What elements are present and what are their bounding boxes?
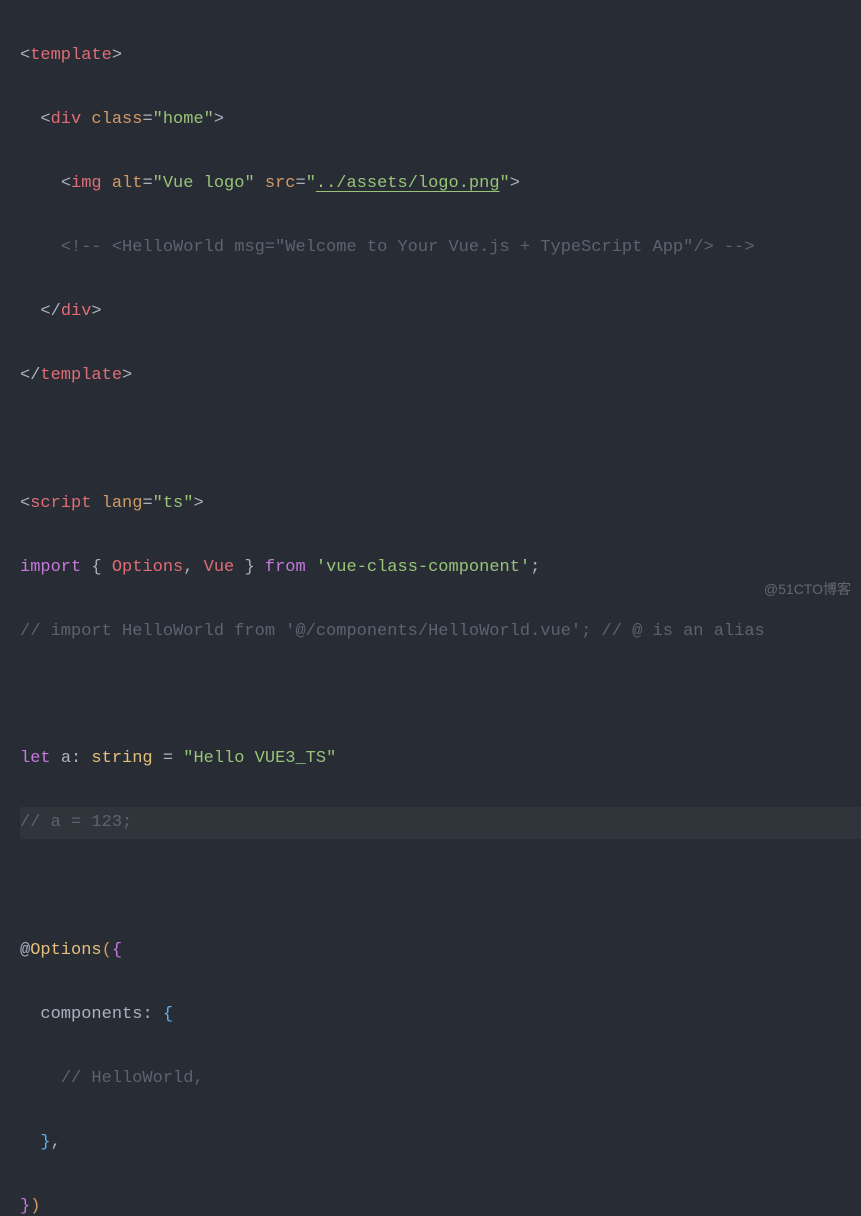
- code-line: [20, 424, 861, 456]
- code-line: <script lang="ts">: [20, 488, 861, 520]
- code-line: <template>: [20, 40, 861, 72]
- code-line: },: [20, 1127, 861, 1159]
- code-line: <!-- <HelloWorld msg="Welcome to Your Vu…: [20, 232, 861, 264]
- code-line: @Options({: [20, 935, 861, 967]
- code-line: </div>: [20, 296, 861, 328]
- code-line: // HelloWorld,: [20, 1063, 861, 1095]
- code-line: [20, 871, 861, 903]
- code-line: <div class="home">: [20, 104, 861, 136]
- code-line: components: {: [20, 999, 861, 1031]
- code-line: import { Options, Vue } from 'vue-class-…: [20, 552, 861, 584]
- code-editor[interactable]: <template> <div class="home"> <img alt="…: [0, 0, 861, 1216]
- code-line: // import HelloWorld from '@/components/…: [20, 616, 861, 648]
- code-line: let a: string = "Hello VUE3_TS": [20, 743, 861, 775]
- code-line-active: // a = 123;: [20, 807, 861, 839]
- code-line: </template>: [20, 360, 861, 392]
- code-line: <img alt="Vue logo" src="../assets/logo.…: [20, 168, 861, 200]
- code-line: }): [20, 1191, 861, 1216]
- code-line: [20, 679, 861, 711]
